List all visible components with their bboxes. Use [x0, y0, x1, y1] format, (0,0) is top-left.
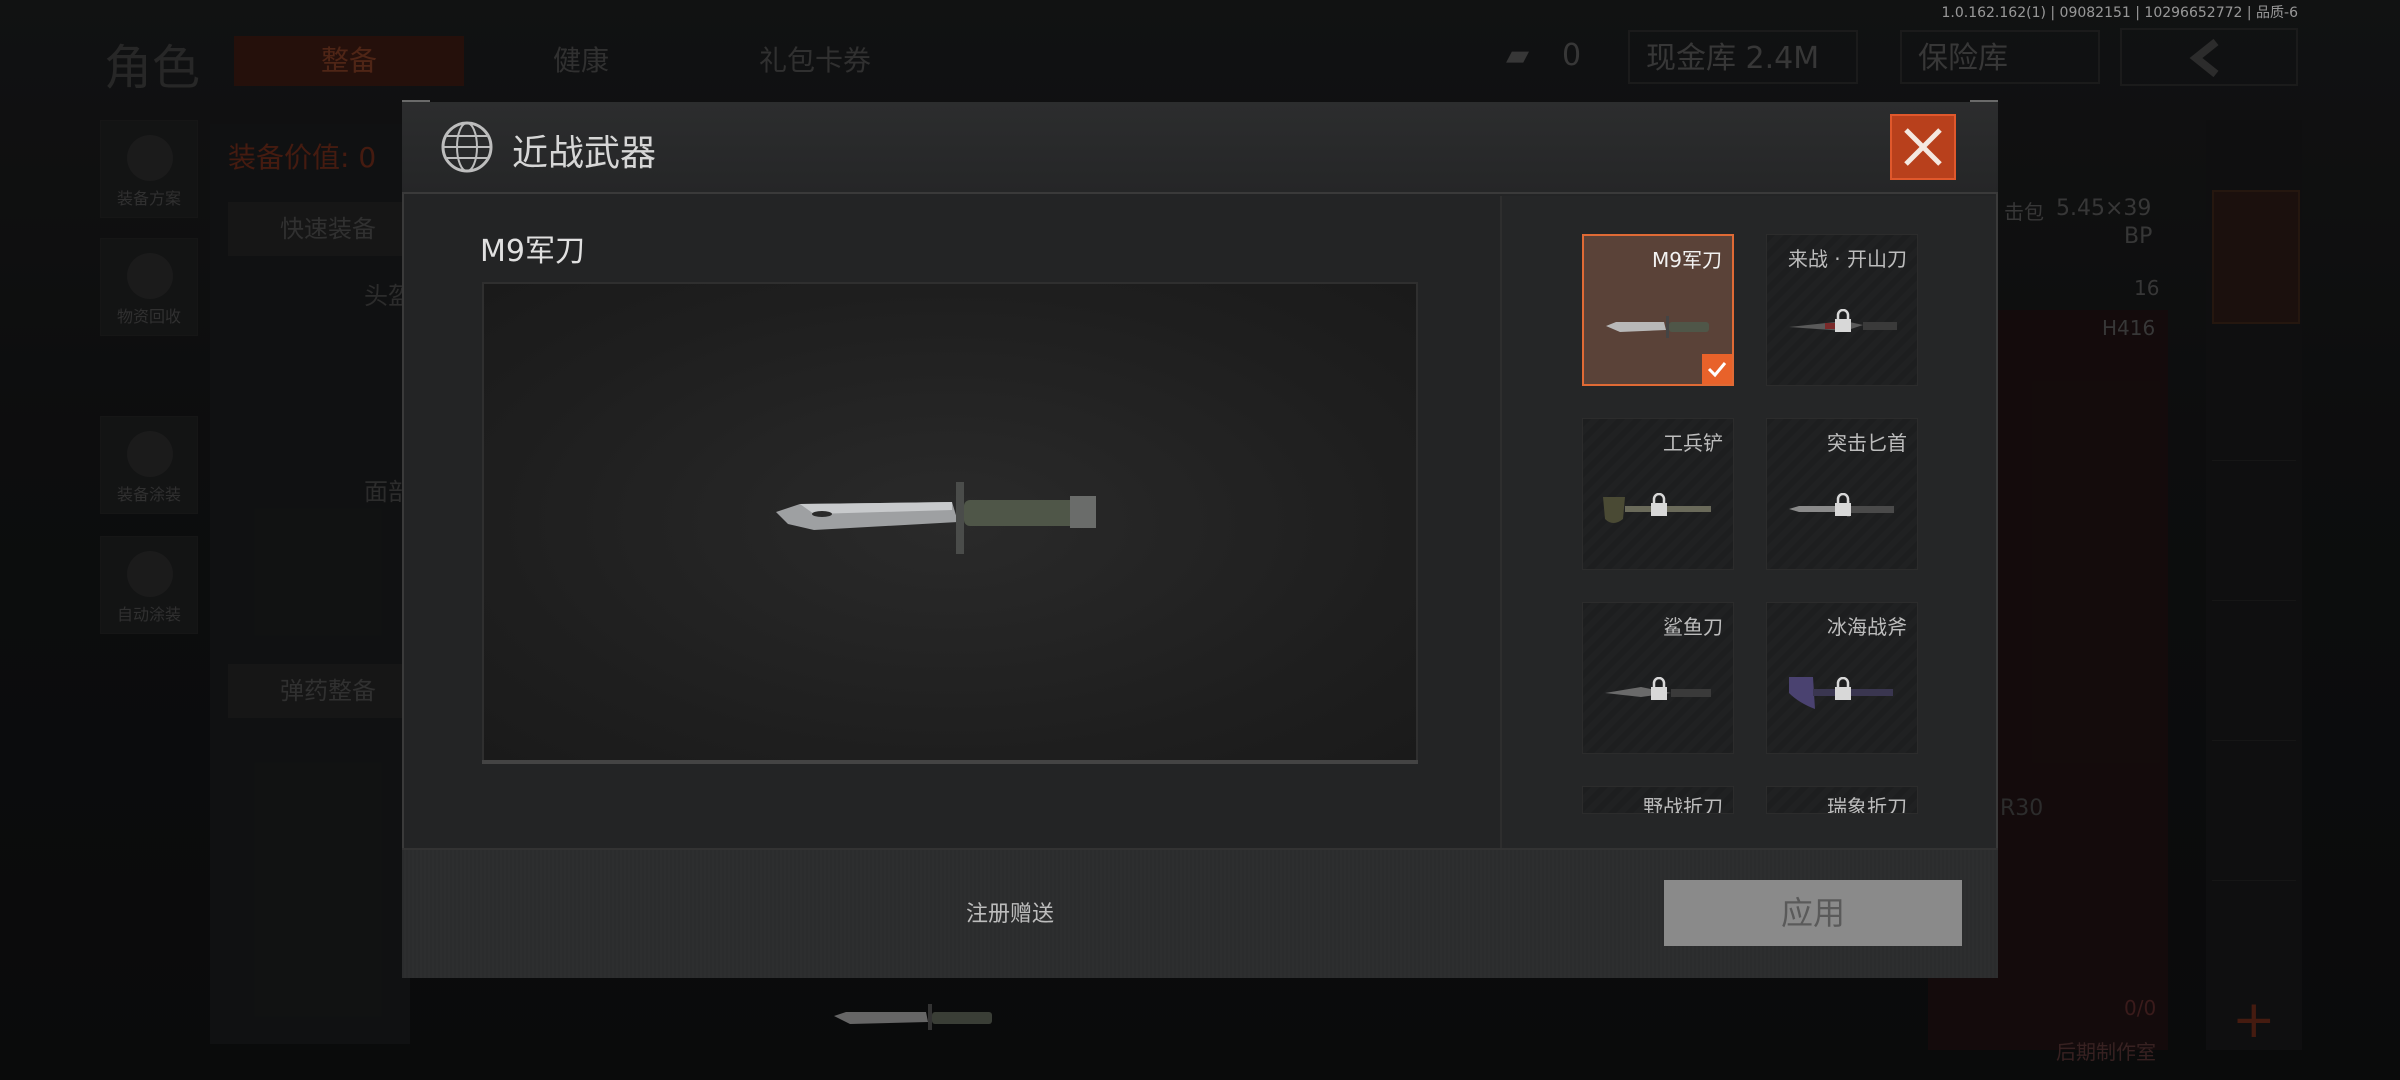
weapon-card-label: 冰海战斧	[1827, 615, 1907, 639]
close-button[interactable]	[1890, 114, 1956, 180]
weapon-card-label: 瑞象折刀	[1827, 795, 1907, 814]
acquire-source: 注册赠送	[966, 902, 1055, 927]
weapon-card-label: 鲨鱼刀	[1663, 615, 1723, 639]
weapon-preview[interactable]	[482, 282, 1418, 764]
weapon-card-shovel[interactable]: 工兵铲	[1582, 418, 1734, 570]
selected-weapon-name: M9军刀	[480, 234, 585, 269]
lock-icon	[1835, 493, 1851, 516]
weapon-card-m9[interactable]: M9军刀	[1582, 234, 1734, 386]
lock-icon	[1651, 677, 1667, 700]
weapon-grid-panel	[1502, 196, 1996, 848]
weapon-card-shark-knife[interactable]: 鲨鱼刀	[1582, 602, 1734, 754]
modal-title: 近战武器	[512, 133, 657, 174]
weapon-card-assault-dagger[interactable]: 突击匕首	[1766, 418, 1918, 570]
weapon-card-folding-knife[interactable]: 瑞象折刀	[1766, 786, 1918, 814]
weapon-card-label: 野战折刀	[1643, 795, 1723, 814]
weapon-card-machete[interactable]: 来战 · 开山刀	[1766, 234, 1918, 386]
lock-icon	[1835, 309, 1851, 332]
weapon-card-label: 来战 · 开山刀	[1787, 247, 1907, 271]
divider	[1500, 196, 1502, 848]
weapon-card-field-knife[interactable]: 野战折刀	[1582, 786, 1734, 814]
lock-icon	[1835, 677, 1851, 700]
m9-bayonet-image	[776, 482, 1096, 554]
preview-base	[482, 760, 1418, 764]
m9-bayonet-thumb	[1606, 316, 1709, 338]
weapon-card-label: M9军刀	[1652, 248, 1722, 272]
weapon-card-ice-axe[interactable]: 冰海战斧	[1766, 602, 1918, 754]
lock-icon	[1651, 493, 1667, 516]
check-icon	[1702, 354, 1732, 384]
weapon-card-label: 突击匕首	[1827, 431, 1907, 455]
close-icon	[1904, 128, 1942, 166]
globe-icon	[440, 120, 494, 174]
weapon-card-label: 工兵铲	[1663, 431, 1723, 455]
apply-button[interactable]: 应用	[1664, 880, 1962, 946]
equipped-knife-thumb	[834, 1004, 992, 1030]
